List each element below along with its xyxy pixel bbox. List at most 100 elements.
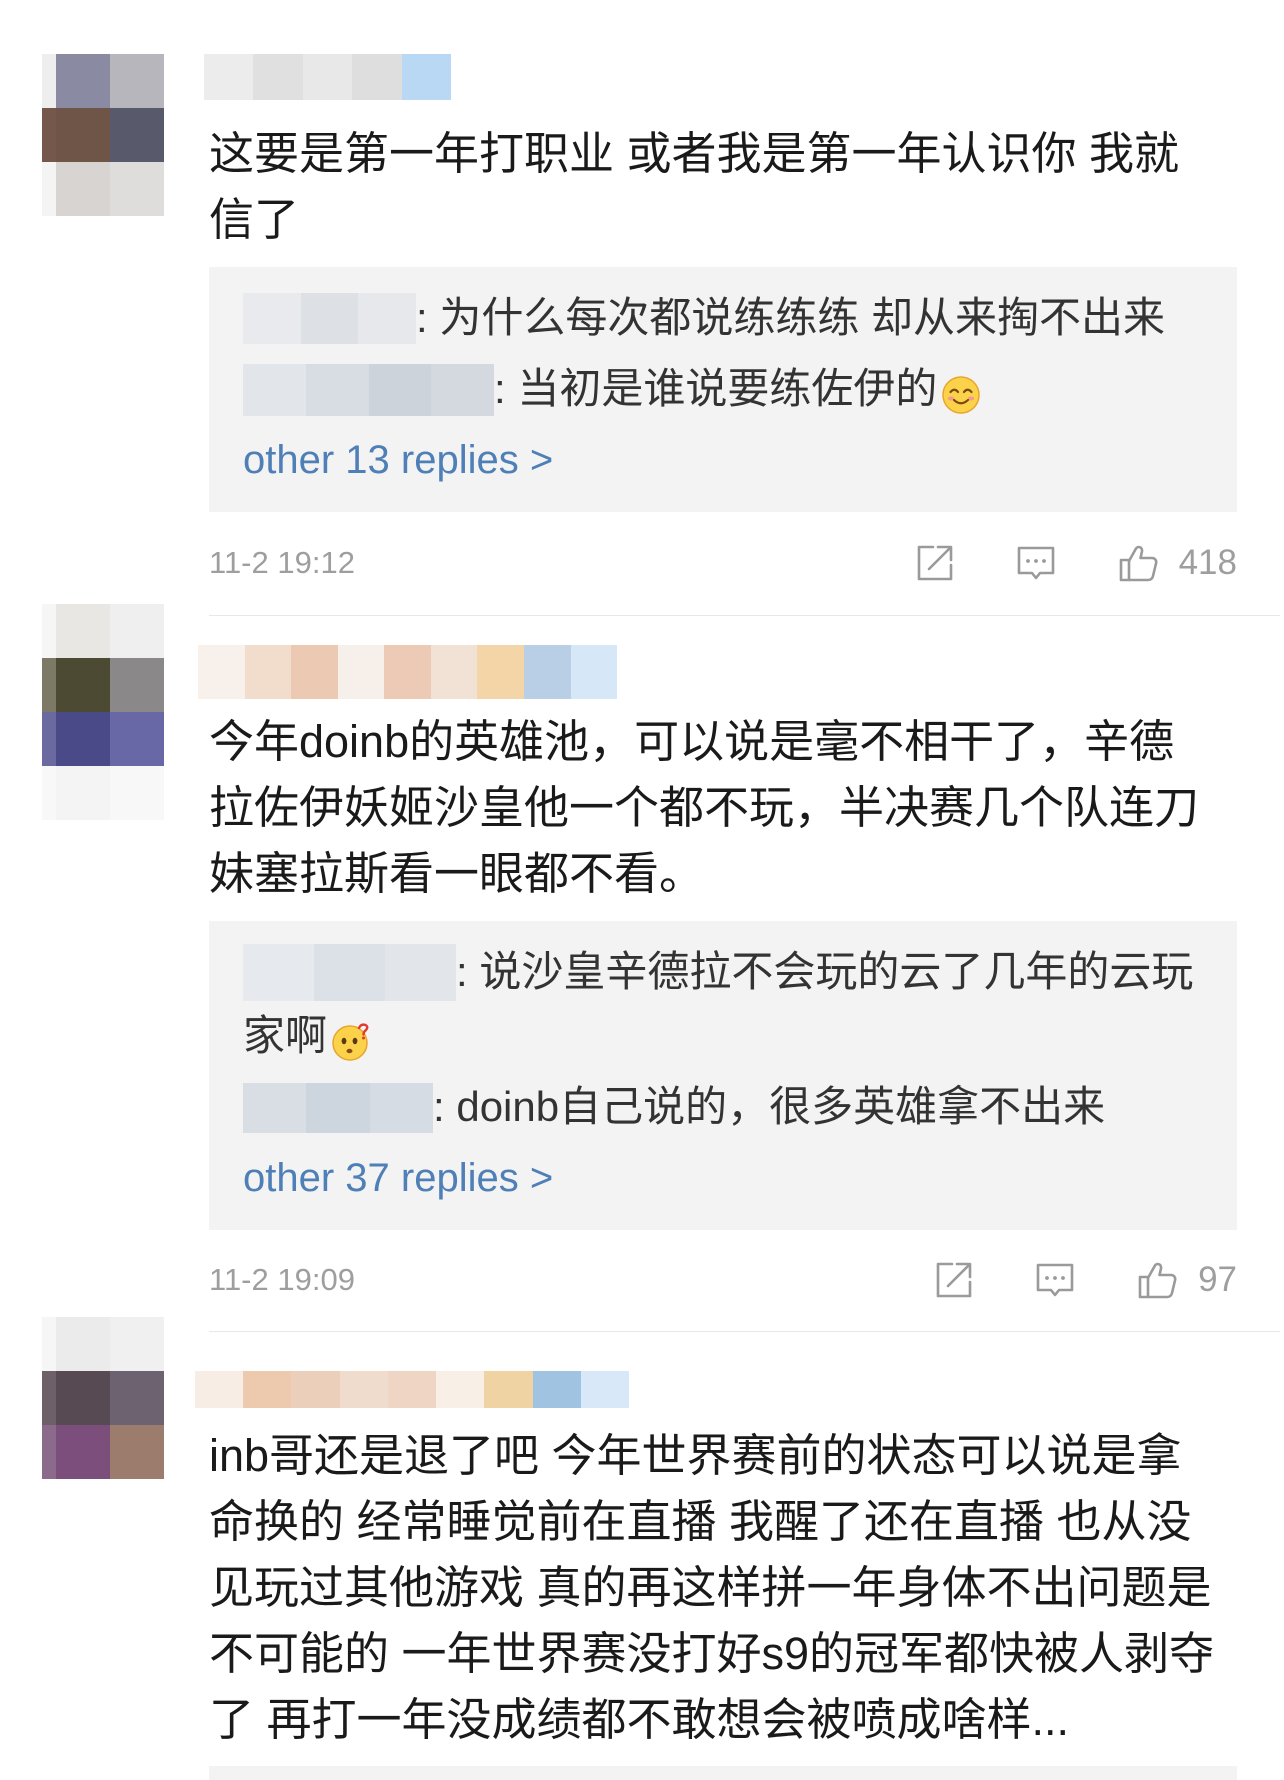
mosaic-tile — [110, 712, 164, 766]
mosaic-tile — [532, 1371, 581, 1408]
reply-text: : 为什么每次都说练练练 却从来掏不出来 — [416, 294, 1166, 341]
thinking-emoji-icon — [331, 1016, 371, 1061]
mosaic-tile — [42, 712, 56, 766]
comment-text-line: 拉佐伊妖姬沙皇他一个都不玩，半决赛几个队连刀 — [209, 782, 1200, 833]
mosaic-tile — [385, 944, 456, 1002]
mosaic-tile — [56, 658, 110, 712]
reply-line: : 当初是谁说要练佐伊的 — [243, 357, 1217, 421]
reply-username-redacted[interactable] — [243, 1082, 433, 1133]
like-icon[interactable] — [1136, 1259, 1178, 1301]
mosaic-tile — [431, 363, 494, 416]
comment-divider — [209, 615, 1280, 616]
avatar[interactable] — [42, 604, 164, 820]
share-icon[interactable] — [914, 542, 956, 584]
mosaic-tile — [243, 363, 306, 416]
comment-icon[interactable] — [1034, 1259, 1076, 1301]
comment-text: 这要是第一年打职业 或者我是第一年认识你 我就 信了 — [209, 121, 1179, 253]
mosaic-tile — [204, 54, 254, 100]
mosaic-tile — [42, 658, 56, 712]
reply-item[interactable]: : 当初是谁说要练佐伊的 — [243, 357, 1217, 421]
mosaic-tile — [42, 1371, 56, 1425]
mosaic-tile — [110, 54, 164, 108]
mosaic-tile — [56, 162, 110, 216]
reply-item[interactable]: : doinb自己说的，很多英雄拿不出来 — [243, 1075, 1217, 1139]
comment-feed: 这要是第一年打职业 或者我是第一年认识你 我就 信了 : 为什么每次都说练练练 … — [0, 0, 1284, 1780]
mosaic-tile — [56, 1317, 110, 1371]
mosaic-tile — [56, 1371, 110, 1425]
mosaic-tile — [56, 766, 110, 820]
reply-line: 家啊 — [243, 1004, 1217, 1068]
mosaic-tile — [110, 604, 164, 658]
mosaic-tile — [302, 54, 353, 100]
mosaic-tile — [42, 108, 56, 162]
comment-text-line: 命换的 经常睡觉前在直播 我醒了还在直播 也从没 — [209, 1496, 1192, 1547]
reply-text: 家啊 — [243, 1012, 328, 1059]
replies-preview: : 说沙皇辛德拉不会玩的云了几年的云玩 家啊 : doinb自己说的，很多英雄拿… — [209, 921, 1237, 1230]
mosaic-tile — [306, 1082, 370, 1133]
reply-line: : 说沙皇辛德拉不会玩的云了几年的云玩 — [243, 940, 1217, 1004]
comment-text-line: 今年doinb的英雄池，可以说是毫不相干了，辛德 — [209, 716, 1175, 767]
mosaic-tile — [243, 293, 301, 345]
smile-emoji-icon — [941, 369, 981, 414]
comment-text-line: 妹塞拉斯看一眼都不看。 — [209, 848, 705, 899]
comment-divider — [209, 1331, 1280, 1332]
username-redacted[interactable] — [204, 54, 452, 100]
mosaic-tile — [56, 604, 110, 658]
mosaic-tile — [253, 54, 303, 100]
mosaic-tile — [110, 162, 164, 216]
mosaic-tile — [42, 54, 56, 108]
mosaic-tile — [198, 645, 245, 699]
username-redacted[interactable] — [198, 645, 618, 699]
mosaic-tile — [243, 1371, 292, 1408]
comment-icon[interactable] — [1015, 542, 1057, 584]
comment-text-line: 信了 — [209, 194, 300, 245]
reply-text: : 说沙皇辛德拉不会玩的云了几年的云玩 — [456, 948, 1194, 995]
share-icon[interactable] — [933, 1259, 975, 1301]
mosaic-tile — [110, 1371, 164, 1425]
mosaic-tile — [339, 1371, 388, 1408]
mosaic-tile — [42, 604, 56, 658]
mosaic-tile — [56, 108, 110, 162]
like-count: 97 — [1198, 1260, 1237, 1299]
timestamp: 11-2 19:09 — [209, 1262, 355, 1297]
mosaic-tile — [291, 1371, 340, 1408]
action-bar: 418 — [914, 542, 1237, 584]
like-count: 418 — [1178, 543, 1237, 582]
mosaic-tile — [56, 54, 110, 108]
timestamp: 11-2 19:12 — [209, 545, 355, 580]
reply-item[interactable]: : 说沙皇辛德拉不会玩的云了几年的云玩 家啊 — [243, 940, 1217, 1068]
mosaic-tile — [110, 1425, 164, 1479]
reply-username-redacted[interactable] — [243, 944, 456, 1002]
reply-line: : 为什么每次都说练练练 却从来掏不出来 — [243, 286, 1217, 350]
mosaic-tile — [358, 293, 417, 345]
avatar[interactable] — [42, 54, 164, 216]
comment-text: inb哥还是退了吧 今年世界赛前的状态可以说是拿 命换的 经常睡觉前在直播 我醒… — [209, 1423, 1214, 1753]
mosaic-tile — [523, 645, 571, 699]
mosaic-tile — [314, 944, 385, 1002]
mosaic-tile — [195, 1371, 244, 1408]
reply-item[interactable]: : 为什么每次都说练练练 却从来掏不出来 — [243, 286, 1217, 350]
comment-footer: 11-2 19:09 97 — [209, 1255, 1237, 1305]
reply-username-redacted[interactable] — [243, 293, 417, 345]
mosaic-tile — [430, 645, 478, 699]
mosaic-tile — [484, 1371, 533, 1408]
more-replies-link[interactable]: other 37 replies > — [243, 1146, 1217, 1210]
reply-line: : doinb自己说的，很多英雄拿不出来 — [243, 1075, 1217, 1139]
replies-preview: : 为什么每次都说练练练 却从来掏不出来 : 当初是谁说要练佐伊的 other … — [209, 267, 1237, 512]
mosaic-tile — [243, 1082, 307, 1133]
mosaic-tile — [352, 54, 402, 100]
comment-text-line: 见玩过其他游戏 真的再这样拼一年身体不出问题是 — [209, 1562, 1212, 1613]
username-redacted[interactable] — [195, 1371, 629, 1408]
more-replies-link[interactable]: other 13 replies > — [243, 428, 1217, 492]
reply-username-redacted[interactable] — [243, 363, 494, 416]
mosaic-tile — [337, 645, 385, 699]
mosaic-tile — [369, 1082, 433, 1133]
mosaic-tile — [42, 162, 56, 216]
avatar[interactable] — [42, 1317, 164, 1479]
mosaic-tile — [580, 1371, 629, 1408]
mosaic-tile — [570, 645, 618, 699]
like-icon[interactable] — [1117, 542, 1159, 584]
mosaic-tile — [384, 645, 431, 699]
mosaic-tile — [42, 766, 56, 820]
comment-text-line: 了 再打一年没成绩都不敢想会被喷成啥样... — [209, 1694, 1070, 1745]
